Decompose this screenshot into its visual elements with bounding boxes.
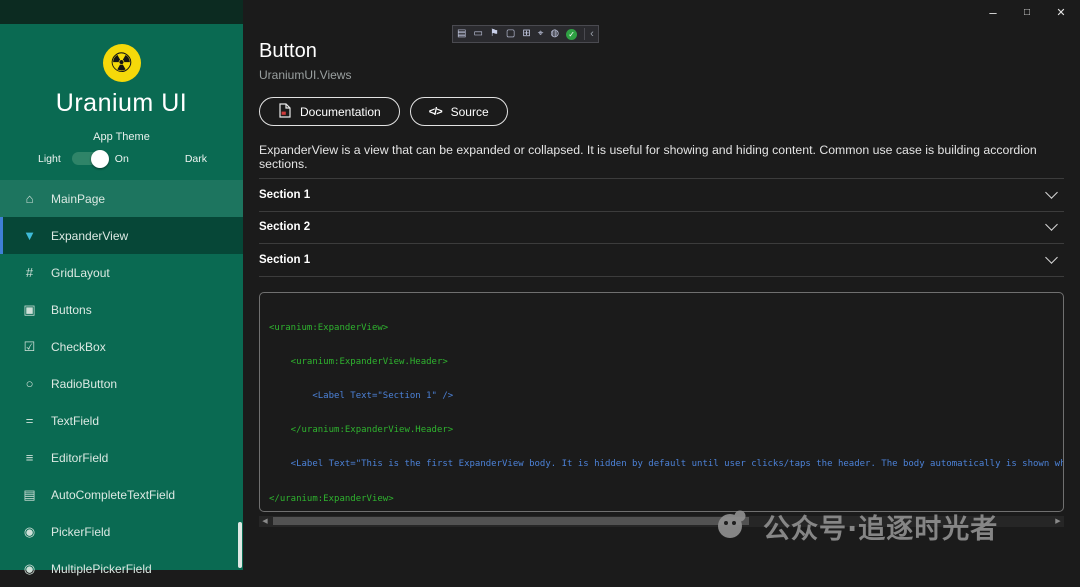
code-line: <Label Text="This is the first ExpanderV… (269, 459, 1063, 470)
app-theme-label: App Theme (0, 131, 243, 143)
chevron-down-icon (1045, 251, 1058, 264)
element-inspect-icon[interactable]: ▤ (457, 26, 466, 42)
sidebar-item-textfield[interactable]: = TextField (0, 402, 243, 439)
theme-dark-label: Dark (185, 153, 207, 165)
section-title: Section 1 (259, 254, 310, 266)
sidebar-item-pickerfield[interactable]: ◉ PickerField (0, 513, 243, 550)
buttons-icon: ▣ (21, 302, 38, 318)
sidebar-item-autocompletetextfield[interactable]: ▤ AutoCompleteTextField (0, 476, 243, 513)
documentation-button-label: Documentation (300, 105, 381, 119)
sidebar-item-multiplepickerfield[interactable]: ◉ MultiplePickerField (0, 550, 243, 587)
documentation-button[interactable]: Documentation (259, 97, 400, 126)
flag-icon[interactable]: ⚑ (490, 26, 499, 42)
sidebar-item-label: RadioButton (51, 377, 117, 391)
sidebar-item-editorfield[interactable]: ≡ EditorField (0, 439, 243, 476)
multipicker-icon: ◉ (21, 561, 38, 577)
sidebar-menu: ⌂ MainPage ▼ ExpanderView # GridLayout ▣… (0, 180, 243, 587)
expander-icon: ▼ (21, 228, 38, 243)
code-line: </uranium:ExpanderView.Header> (269, 425, 1063, 436)
scrollbar-track[interactable] (271, 516, 1052, 527)
sidebar-item-expanderview[interactable]: ▼ ExpanderView (0, 217, 243, 254)
component-description: ExpanderView is a view that can be expan… (259, 143, 1064, 171)
sidebar-item-label: PickerField (51, 525, 110, 539)
editorfield-icon: ≡ (21, 450, 38, 465)
autocomplete-icon: ▤ (21, 487, 38, 503)
code-line: <uranium:ExpanderView.Header> (269, 357, 1063, 368)
expander-header-1[interactable]: Section 1 (259, 179, 1064, 212)
expander-header-3[interactable]: Section 1 (259, 244, 1064, 277)
chevron-down-icon (1045, 186, 1058, 199)
grid-select-icon[interactable]: ⊞ (522, 26, 530, 42)
sidebar-item-mainpage[interactable]: ⌂ MainPage (0, 180, 243, 217)
sidebar-item-label: TextField (51, 414, 99, 428)
app-title: Uranium UI (0, 89, 243, 118)
sidebar-item-label: EditorField (51, 451, 108, 465)
xaml-code-block: <uranium:ExpanderView> <uranium:Expander… (259, 292, 1064, 512)
sidebar-item-label: GridLayout (51, 266, 110, 280)
theme-toggle-knob[interactable] (91, 150, 109, 168)
section-title: Section 1 (259, 189, 310, 201)
action-buttons-row: Documentation </> Source (259, 97, 1064, 126)
sidebar: ☢ Uranium UI App Theme Light On Dark ⌂ M… (0, 0, 243, 570)
document-icon (278, 103, 291, 121)
home-icon: ⌂ (21, 191, 38, 206)
close-button[interactable]: ✕ (1044, 0, 1078, 24)
source-button[interactable]: </> Source (410, 97, 508, 126)
radiobutton-icon: ○ (21, 376, 38, 391)
code-line: <Label Text="Section 1" /> (269, 391, 1063, 402)
hot-reload-status-icon[interactable]: ✓ (566, 29, 577, 40)
scroll-right-arrow-icon[interactable]: ▶ (1052, 516, 1064, 527)
sidebar-item-label: AutoCompleteTextField (51, 488, 175, 502)
sidebar-titlebar-strip (0, 0, 243, 24)
checkbox-icon: ☑ (21, 339, 38, 355)
page-subtitle: UraniumUI.Views (259, 68, 1064, 82)
sidebar-item-label: MultiplePickerField (51, 562, 152, 576)
expander-header-2[interactable]: Section 2 (259, 212, 1064, 245)
window-frame-icon[interactable]: ▭ (473, 26, 482, 42)
globe-icon[interactable]: ◍ (550, 26, 559, 42)
main-content: Button UraniumUI.Views Documentation </>… (243, 24, 1080, 570)
collapse-toolbar-chevron-icon[interactable]: ‹ (584, 28, 594, 40)
picker-icon: ◉ (21, 524, 38, 540)
theme-light-label: Light (38, 153, 61, 165)
section-title: Section 2 (259, 221, 310, 233)
window-titlebar: – □ ✕ (243, 0, 1080, 24)
sidebar-item-label: Buttons (51, 303, 92, 317)
target-icon[interactable]: ⌖ (538, 26, 544, 42)
brand-block: ☢ Uranium UI App Theme Light On Dark (0, 24, 243, 165)
page-title: Button (259, 40, 1064, 63)
scroll-left-arrow-icon[interactable]: ◀ (259, 516, 271, 527)
expander-accordion: Section 1 Section 2 Section 1 (259, 179, 1064, 277)
scrollbar-thumb[interactable] (273, 517, 749, 525)
sidebar-item-label: ExpanderView (51, 229, 128, 243)
sidebar-item-buttons[interactable]: ▣ Buttons (0, 291, 243, 328)
theme-toggle[interactable] (72, 152, 106, 165)
maximize-button[interactable]: □ (1010, 0, 1044, 24)
sidebar-item-radiobutton[interactable]: ○ RadioButton (0, 365, 243, 402)
code-line: </uranium:ExpanderView> (269, 494, 1063, 505)
sidebar-item-label: CheckBox (51, 340, 106, 354)
minimize-button[interactable]: – (976, 0, 1010, 24)
radiation-logo-icon: ☢ (103, 44, 141, 82)
horizontal-scrollbar[interactable]: ◀ ▶ (259, 516, 1064, 527)
sidebar-item-checkbox[interactable]: ☑ CheckBox (0, 328, 243, 365)
sidebar-scrollbar-thumb[interactable] (238, 522, 242, 568)
square-outline-icon[interactable]: ▢ (506, 26, 515, 42)
code-icon: </> (429, 106, 442, 118)
sidebar-item-label: MainPage (51, 192, 105, 206)
chevron-down-icon (1045, 219, 1058, 232)
theme-switch-row: Light On Dark (38, 152, 207, 165)
sidebar-item-gridlayout[interactable]: # GridLayout (0, 254, 243, 291)
code-line: <uranium:ExpanderView> (269, 323, 1063, 334)
window-controls: – □ ✕ (976, 0, 1078, 24)
debug-toolbar: ▤ ▭ ⚑ ▢ ⊞ ⌖ ◍ ✓ ‹ (452, 25, 599, 43)
source-button-label: Source (451, 105, 489, 119)
theme-state-label: On (115, 153, 129, 165)
grid-icon: # (21, 265, 38, 280)
textfield-icon: = (21, 413, 38, 428)
